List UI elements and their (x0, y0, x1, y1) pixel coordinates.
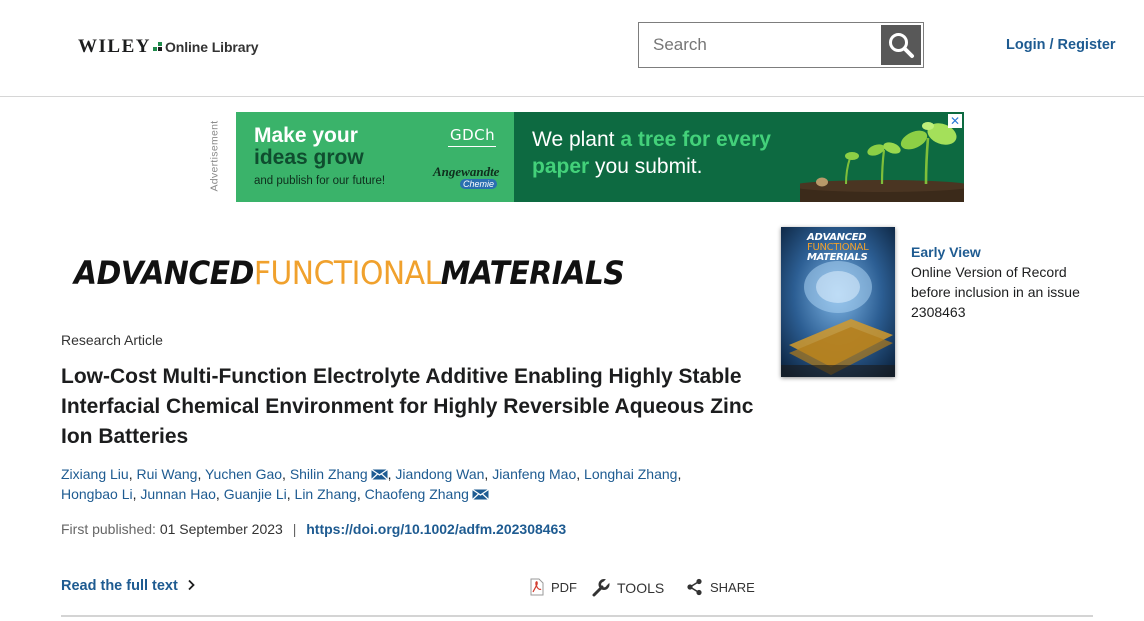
author-link[interactable]: Yuchen Gao (205, 466, 282, 482)
chemie-logo: Chemie (460, 179, 498, 189)
advertisement-label: Advertisement (209, 116, 229, 200)
publication-info: First published: 01 September 2023 | htt… (61, 521, 566, 537)
issue-info-line2: before inclusion in an issue (911, 284, 1080, 300)
journal-cover-image[interactable]: ADVANCED FUNCTIONAL MATERIALS (781, 227, 895, 377)
cover-title-line3: MATERIALS (807, 252, 868, 263)
author-link[interactable]: Rui Wang (136, 466, 197, 482)
logo-wiley-text: WILEY (78, 36, 151, 57)
author-link[interactable]: Lin Zhang (295, 486, 357, 502)
author-link[interactable]: Jianfeng Mao (492, 466, 576, 482)
ad-msg-part1: We plant (532, 128, 621, 151)
journal-title[interactable]: ADVANCEDFUNCTIONALMATERIALS (74, 254, 625, 292)
author-link[interactable]: Zixiang Liu (61, 466, 129, 482)
author-link[interactable]: Guanjie Li (224, 486, 287, 502)
logo-dots-icon (152, 42, 162, 51)
ad-headline-line2: ideas grow (254, 146, 364, 169)
author-link[interactable]: Chaofeng Zhang (365, 486, 469, 502)
seedlings-illustration (800, 122, 964, 202)
ad-headline: Make your ideas grow (254, 125, 364, 169)
ad-headline-line1: Make your (254, 124, 358, 147)
search-button[interactable] (881, 25, 921, 65)
article-type: Research Article (61, 332, 163, 348)
author-link[interactable]: Jiandong Wan (395, 466, 484, 482)
ad-close-icon[interactable]: ✕ (948, 114, 962, 128)
ad-msg-part2: you submit. (589, 155, 703, 178)
read-full-text-link[interactable]: Read the full text (61, 578, 196, 594)
chevron-right-icon (188, 579, 195, 591)
site-header: WILEY Online Library Login / Register (0, 0, 1144, 97)
gdch-logo: GDCh (450, 126, 496, 144)
cover-title: ADVANCED FUNCTIONAL MATERIALS (807, 233, 869, 263)
wiley-logo[interactable]: WILEY Online Library (78, 36, 259, 60)
author-link[interactable]: Hongbao Li (61, 486, 133, 502)
login-register-link[interactable]: Login / Register (1006, 37, 1116, 53)
first-published-date: 01 September 2023 (159, 521, 283, 537)
angewandte-logo: Angewandte (433, 164, 500, 179)
issue-info-line1: Online Version of Record (911, 264, 1067, 280)
gdch-logo-underline (448, 146, 496, 147)
ad-message: We plant a tree for every paper you subm… (532, 126, 802, 180)
author-list: Zixiang Liu, Rui Wang, Yuchen Gao, Shili… (61, 466, 682, 502)
wrench-icon (592, 578, 611, 597)
journal-word-advanced: ADVANCED (74, 254, 254, 292)
share-button[interactable]: SHARE (686, 578, 755, 596)
author-link[interactable]: Shilin Zhang (290, 466, 368, 482)
search-icon (889, 33, 914, 58)
pdf-label: PDF (551, 579, 577, 595)
tools-button[interactable]: TOOLS (591, 578, 664, 598)
logo-library-text: Online Library (164, 39, 259, 55)
corresponding-author-mail-icon[interactable] (370, 469, 388, 480)
divider (61, 615, 1093, 617)
article-number: 2308463 (911, 304, 966, 320)
journal-word-functional: FUNCTIONAL (253, 254, 441, 292)
article-title: Low-Cost Multi-Function Electrolyte Addi… (61, 365, 754, 448)
doi-link[interactable]: https://doi.org/10.1002/adfm.202308463 (306, 521, 566, 537)
search-box (638, 22, 924, 68)
corresponding-author-mail-icon[interactable] (472, 489, 489, 500)
ad-subtext: and publish for our future! (254, 175, 386, 187)
tools-label: TOOLS (617, 580, 665, 596)
search-input[interactable] (639, 23, 907, 67)
share-label: SHARE (710, 579, 755, 595)
author-link[interactable]: Junnan Hao (140, 486, 216, 502)
advertisement-label-text: Advertisement (208, 120, 221, 192)
share-icon (687, 578, 702, 596)
pdf-icon (530, 578, 544, 596)
issue-info: Early View Online Version of Record befo… (911, 242, 1080, 322)
first-published-label: First published: (61, 521, 156, 537)
ad-msg-highlight1: a tree for every (620, 128, 771, 151)
separator: | (292, 521, 297, 537)
ad-left-panel: Make your ideas grow and publish for our… (236, 112, 514, 202)
ad-right-panel: We plant a tree for every paper you subm… (514, 112, 964, 202)
author-link[interactable]: Longhai Zhang (584, 466, 677, 482)
pdf-button[interactable]: PDF (529, 578, 577, 596)
ad-msg-highlight2: paper (532, 155, 590, 178)
read-full-text-label: Read the full text (61, 578, 178, 594)
journal-word-materials: MATERIALS (440, 254, 625, 292)
early-view-link[interactable]: Early View (911, 242, 1080, 262)
ad-banner[interactable]: Make your ideas grow and publish for our… (236, 112, 964, 202)
